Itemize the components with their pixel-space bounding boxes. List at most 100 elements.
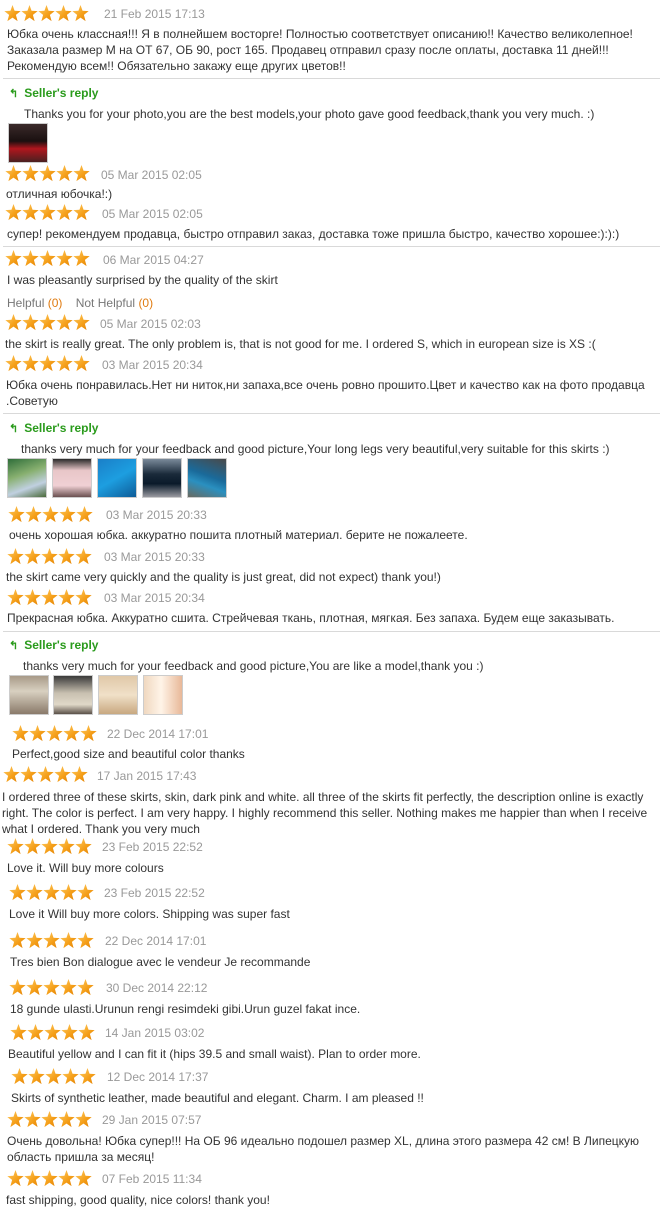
review-text: Прекрасная юбка. Аккуратно сшита. Стрейч…: [7, 611, 615, 625]
review-photo-thumbnail[interactable]: [143, 675, 183, 715]
star-icon: [37, 766, 54, 783]
star-icon: [58, 1170, 75, 1187]
review-text: the skirt is really great. The only prob…: [5, 337, 596, 351]
review-photo-thumbnail[interactable]: [9, 675, 49, 715]
star-icon: [79, 1068, 96, 1085]
star-icon: [5, 204, 22, 221]
rating-stars: [5, 355, 90, 372]
star-icon: [75, 1170, 92, 1187]
review-text: Love it Will buy more colors. Shipping w…: [9, 907, 290, 921]
star-icon: [56, 355, 73, 372]
helpful-link[interactable]: Helpful (0): [7, 296, 62, 310]
star-icon: [25, 506, 42, 523]
review-photo-thumbnail[interactable]: [52, 458, 92, 498]
star-icon: [39, 165, 56, 182]
star-icon: [76, 506, 93, 523]
divider: [3, 413, 660, 414]
rating-stars: [7, 548, 92, 565]
star-icon: [38, 5, 55, 22]
star-icon: [24, 838, 41, 855]
review-text: Beautiful yellow and I can fit it (hips …: [8, 1047, 421, 1061]
review-date: 03 Mar 2015 20:34: [102, 358, 203, 372]
not-helpful-count: (0): [138, 296, 154, 310]
reply-arrow-icon: ↰: [9, 88, 19, 100]
star-icon: [58, 1111, 75, 1128]
star-icon: [9, 884, 26, 901]
review-date: 17 Jan 2015 17:43: [97, 769, 197, 783]
star-icon: [72, 5, 89, 22]
review-photo-thumbnail[interactable]: [98, 675, 138, 715]
helpful-votes: Helpful (0) Not Helpful (0): [7, 296, 153, 310]
review-photo-thumbnail[interactable]: [7, 458, 47, 498]
divider: [3, 631, 660, 632]
review-photo-thumbnail[interactable]: [53, 675, 93, 715]
star-icon: [5, 355, 22, 372]
star-icon: [9, 932, 26, 949]
review-text: Очень довольна! Юбка супер!!! На ОБ 96 и…: [7, 1134, 639, 1164]
reply-arrow-icon: ↰: [9, 423, 19, 435]
review-date: 22 Dec 2014 17:01: [105, 934, 207, 948]
star-icon: [5, 314, 22, 331]
star-icon: [7, 589, 24, 606]
star-icon: [80, 725, 97, 742]
rating-stars: [5, 165, 90, 182]
rating-stars: [9, 932, 94, 949]
star-icon: [41, 1170, 58, 1187]
review-photo-thumbnail[interactable]: [142, 458, 182, 498]
review-text: Юбка очень понравилась.Нет ни ниток,ни з…: [6, 378, 645, 408]
star-icon: [39, 250, 56, 267]
review-photo-thumbnail[interactable]: [97, 458, 137, 498]
not-helpful-link[interactable]: Not Helpful (0): [76, 296, 153, 310]
rating-stars: [9, 884, 94, 901]
star-icon: [59, 506, 76, 523]
review-date: 30 Dec 2014 22:12: [106, 981, 208, 995]
review-date: 03 Mar 2015 20:33: [104, 550, 205, 564]
star-icon: [7, 1170, 24, 1187]
star-icon: [28, 1068, 45, 1085]
seller-reply-heading: ↰ Seller's reply: [9, 86, 99, 100]
star-icon: [5, 165, 22, 182]
star-icon: [45, 1068, 62, 1085]
review-date: 21 Feb 2015 17:13: [104, 7, 205, 21]
review-text: супер! рекомендуем продавца, быстро отпр…: [7, 227, 620, 241]
seller-reply-heading: ↰ Seller's reply: [9, 421, 99, 435]
review-text: the skirt came very quickly and the qual…: [6, 570, 441, 584]
rating-stars: [11, 1068, 96, 1085]
star-icon: [7, 838, 24, 855]
star-icon: [9, 979, 26, 996]
star-icon: [11, 1068, 28, 1085]
star-icon: [39, 314, 56, 331]
star-icon: [62, 1068, 79, 1085]
star-icon: [75, 589, 92, 606]
star-icon: [39, 204, 56, 221]
rating-stars: [7, 1170, 92, 1187]
seller-reply-text: thanks very much for your feedback and g…: [21, 442, 610, 456]
rating-stars: [5, 250, 90, 267]
rating-stars: [7, 838, 92, 855]
review-photo-thumbnail[interactable]: [8, 123, 48, 163]
review-photo-thumbnail[interactable]: [187, 458, 227, 498]
rating-stars: [10, 1024, 95, 1041]
star-icon: [42, 506, 59, 523]
divider: [3, 246, 660, 247]
star-icon: [46, 725, 63, 742]
star-icon: [7, 548, 24, 565]
review-text: Юбка очень классная!!! Я в полнейшем вос…: [7, 27, 633, 73]
rating-stars: [12, 725, 97, 742]
star-icon: [24, 1111, 41, 1128]
star-icon: [61, 1024, 78, 1041]
star-icon: [73, 165, 90, 182]
star-icon: [55, 5, 72, 22]
review-date: 05 Mar 2015 02:05: [102, 207, 203, 221]
helpful-count: (0): [47, 296, 63, 310]
star-icon: [73, 355, 90, 372]
star-icon: [20, 766, 37, 783]
star-icon: [44, 1024, 61, 1041]
star-icon: [77, 979, 94, 996]
rating-stars: [5, 204, 90, 221]
star-icon: [10, 1024, 27, 1041]
review-text: 18 gunde ulasti.Urunun rengi resimdeki g…: [10, 1002, 361, 1016]
star-icon: [58, 548, 75, 565]
review-date: 12 Dec 2014 17:37: [107, 1070, 209, 1084]
divider: [3, 78, 660, 79]
